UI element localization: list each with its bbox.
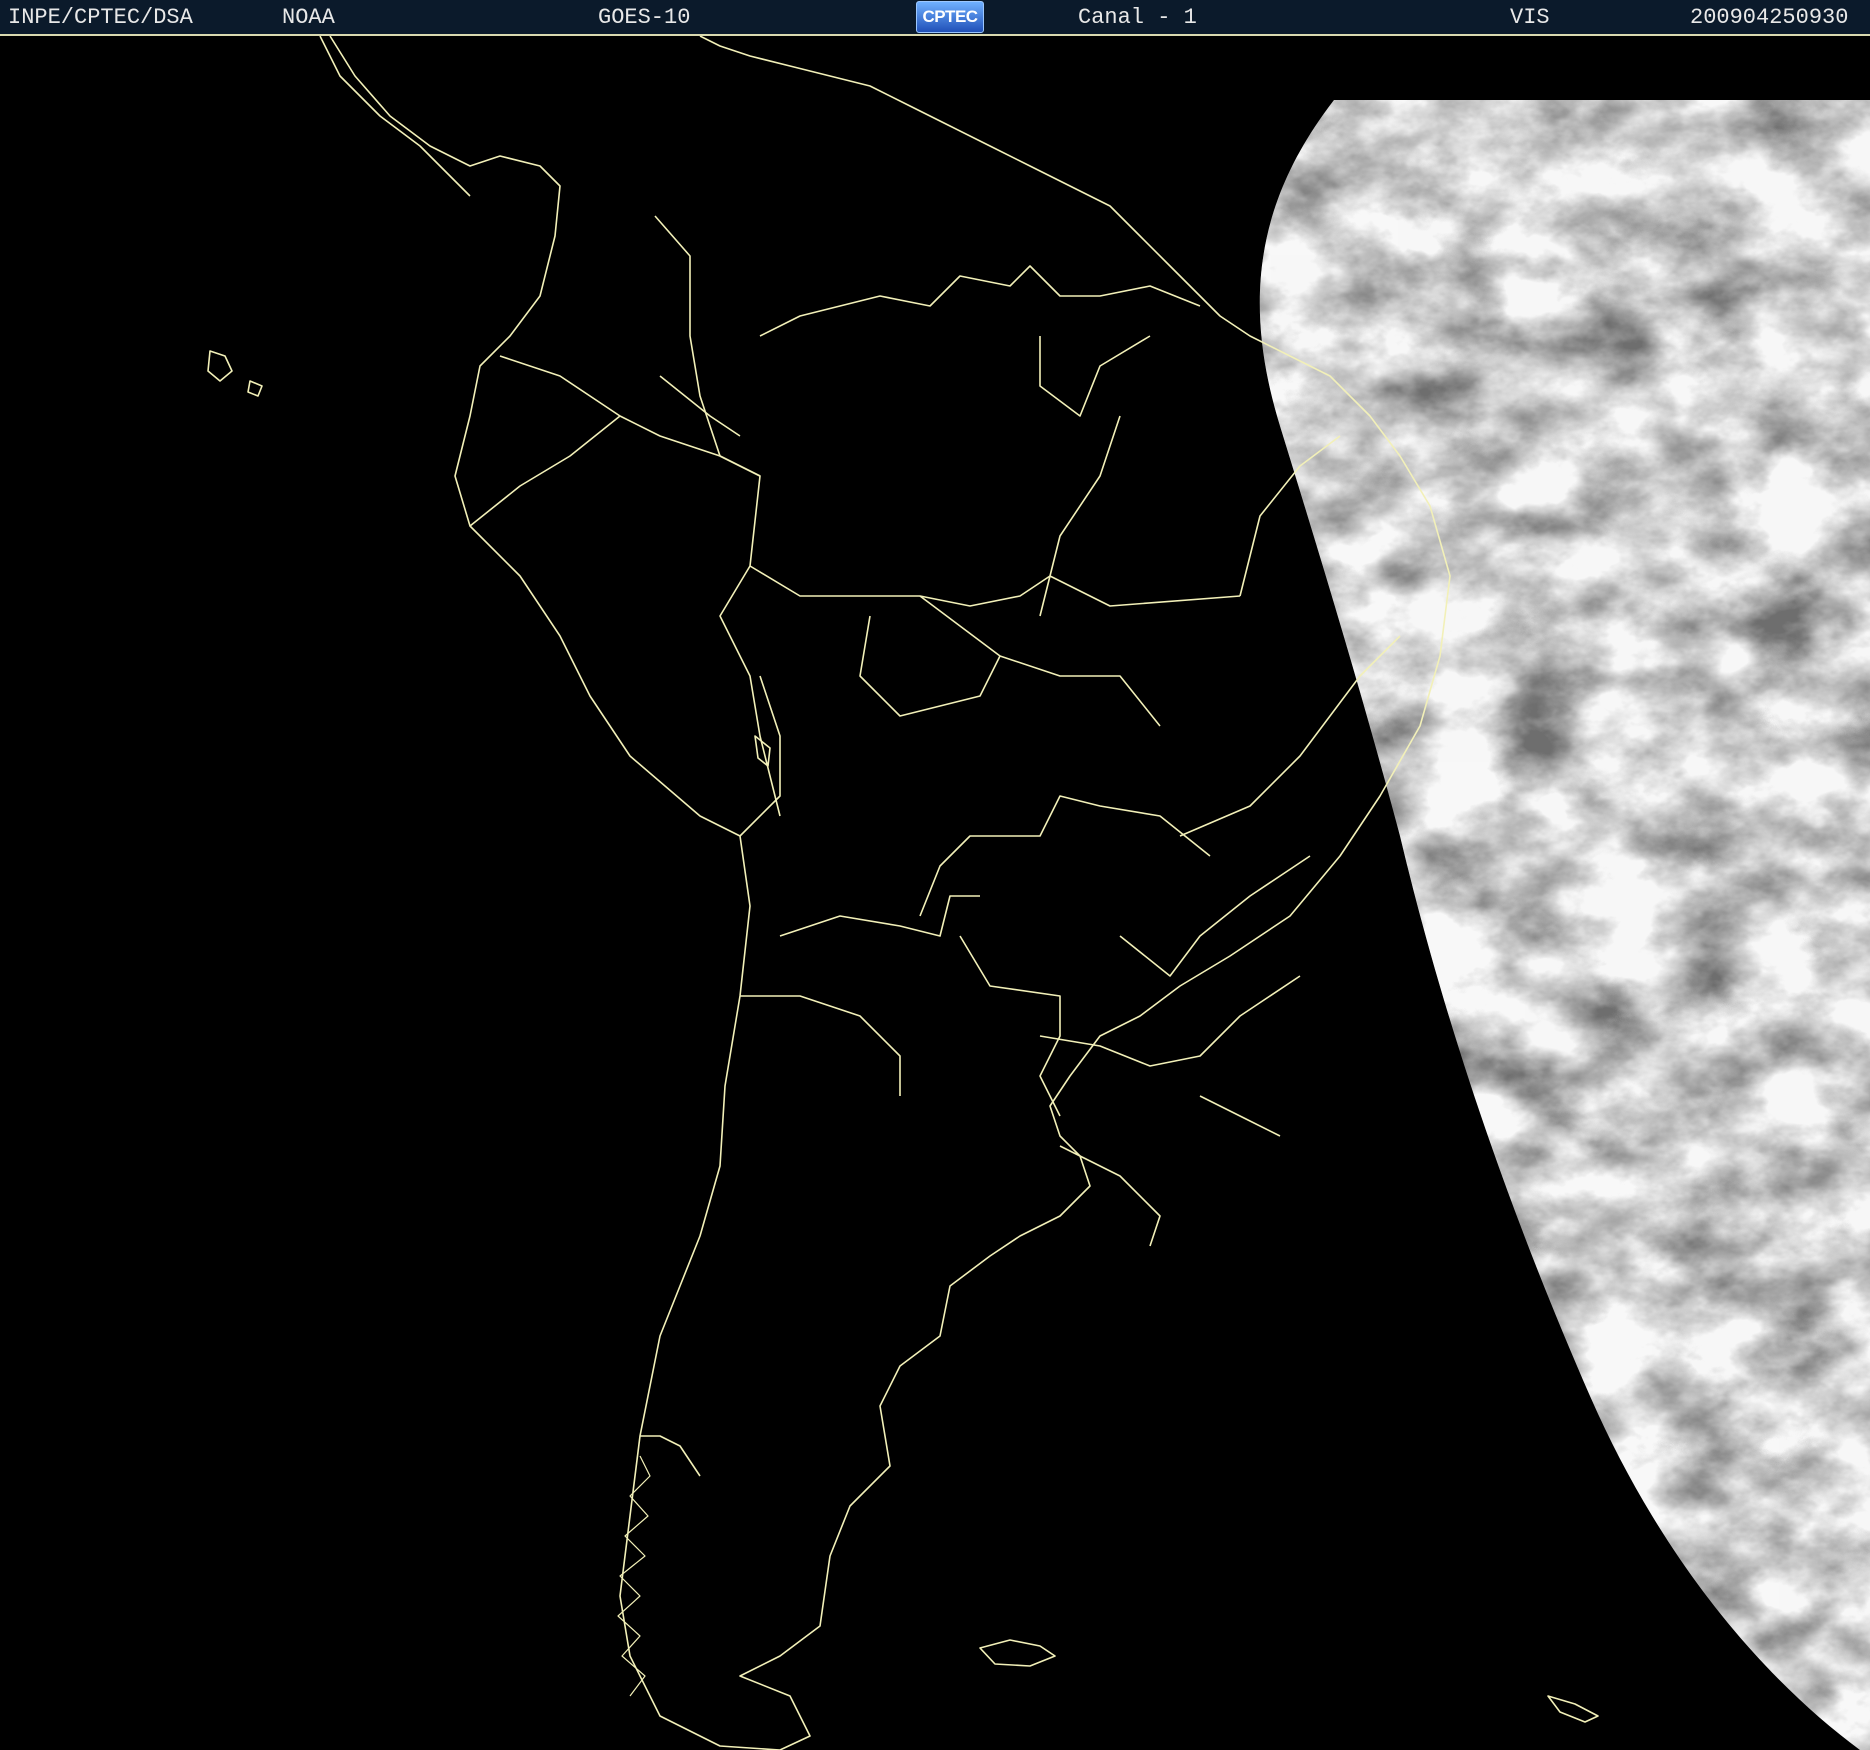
border-line <box>499 355 781 817</box>
border-line <box>1039 975 1301 1067</box>
border-line <box>654 215 721 457</box>
border-line <box>779 895 980 937</box>
lake-titicaca <box>754 735 771 767</box>
visible-cloud-imagery <box>1259 100 1870 1750</box>
border-line <box>659 375 741 437</box>
border-line <box>959 935 1061 1117</box>
satellite-label: GOES-10 <box>598 5 691 30</box>
band-label: VIS <box>1510 5 1550 30</box>
border-line <box>1039 415 1121 617</box>
border-line <box>999 655 1161 727</box>
timestamp-label: 200904250930 <box>1690 5 1849 30</box>
logo-text: CPTEC <box>922 7 978 26</box>
border-line <box>739 675 781 837</box>
border-line <box>1119 855 1311 977</box>
header-bar: INPE/CPTEC/DSA NOAA GOES-10 CPTEC Canal … <box>0 0 1870 36</box>
border-line <box>919 795 1211 917</box>
border-line <box>719 455 761 477</box>
border-line <box>1199 1095 1281 1137</box>
border-line <box>1039 335 1151 417</box>
border-line <box>859 595 1001 717</box>
south-georgia-island <box>1547 1695 1599 1723</box>
central-america-outline <box>319 36 471 197</box>
border-line <box>469 415 621 527</box>
border-line <box>640 1435 701 1477</box>
map-canvas <box>207 36 1870 1750</box>
border-line <box>740 995 901 1096</box>
channel-label: Canal - 1 <box>1078 5 1197 30</box>
satellite-map <box>0 36 1870 1750</box>
cptec-logo-icon: CPTEC <box>916 1 984 33</box>
agency-label: NOAA <box>282 5 335 30</box>
org-label: INPE/CPTEC/DSA <box>8 5 193 30</box>
border-line <box>759 265 1201 337</box>
falkland-islands <box>979 1639 1056 1667</box>
border-line <box>1059 1145 1161 1247</box>
border-line <box>749 565 1241 607</box>
galapagos-islands <box>207 350 263 397</box>
